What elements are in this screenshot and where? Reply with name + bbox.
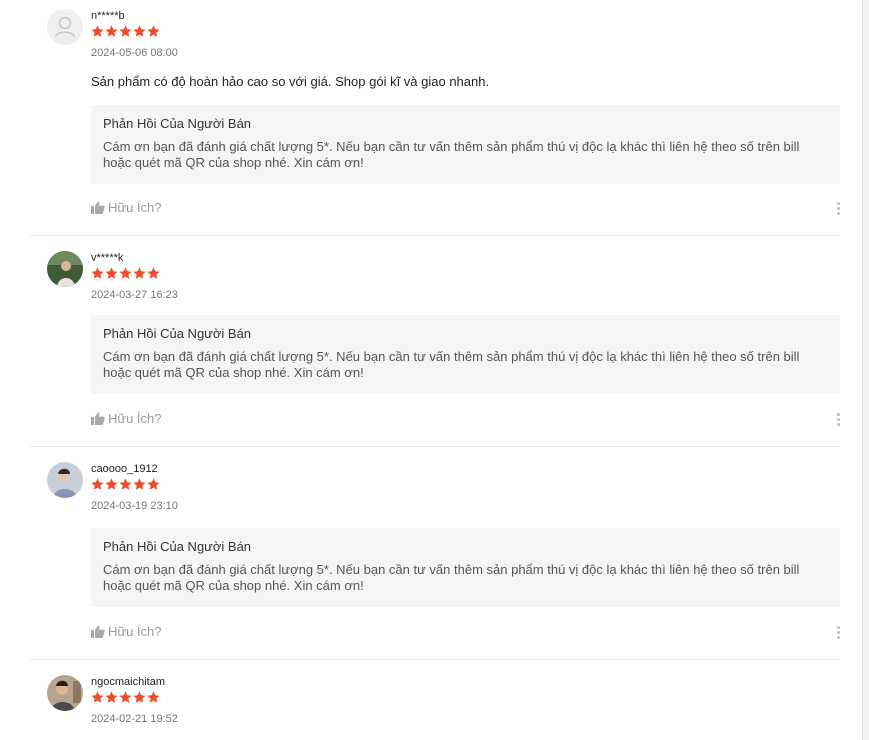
helpful-button[interactable]: Hữu Ích?	[91, 200, 162, 215]
star-icon	[119, 25, 132, 37]
review-date: 2024-03-27 16:23	[91, 289, 178, 301]
seller-reply-text: Cám ơn bạn đã đánh giá chất lượng 5*. Nế…	[103, 139, 800, 170]
rating-stars	[91, 691, 160, 705]
user-photo-icon	[47, 675, 83, 711]
rating-stars	[91, 25, 160, 39]
more-options-icon[interactable]	[836, 413, 840, 426]
helpful-label: Hữu Ích?	[108, 624, 162, 639]
page-scrollbar[interactable]	[862, 0, 869, 740]
seller-reply: Phản Hồi Của Người Bán Cám ơn bạn đã đán…	[91, 315, 840, 394]
more-options-icon[interactable]	[836, 202, 840, 215]
star-icon	[91, 691, 104, 703]
star-icon	[133, 691, 146, 703]
review-username[interactable]: n*****b	[91, 9, 125, 23]
star-icon	[147, 478, 160, 490]
review-item: n*****b 2024-05-06 08:00 Sản phẩm có độ …	[30, 9, 840, 236]
review-date: 2024-02-21 19:52	[91, 713, 178, 725]
seller-reply-title: Phản Hồi Của Người Bán	[103, 326, 252, 341]
helpful-button[interactable]: Hữu Ích?	[91, 411, 162, 426]
helpful-button[interactable]: Hữu Ích?	[91, 624, 162, 639]
seller-reply-title: Phản Hồi Của Người Bán	[103, 539, 252, 554]
star-icon	[119, 691, 132, 703]
review-item: caoooo_1912 2024-03-19 23:10 Phản Hồi Củ…	[30, 462, 840, 660]
review-date: 2024-03-19 23:10	[91, 500, 178, 512]
star-icon	[119, 478, 132, 490]
star-icon	[91, 25, 104, 37]
star-icon	[133, 478, 146, 490]
review-username[interactable]: caoooo_1912	[91, 462, 158, 476]
helpful-label: Hữu Ích?	[108, 200, 162, 215]
user-photo-icon	[47, 251, 83, 287]
star-icon	[147, 691, 160, 703]
thumbs-up-icon	[91, 201, 105, 214]
thumbs-up-icon	[91, 625, 105, 638]
review-item: ngocmaichitam 2024-02-21 19:52	[30, 675, 840, 740]
seller-reply-text: Cám ơn bạn đã đánh giá chất lượng 5*. Nế…	[103, 349, 800, 380]
review-comment: Sản phẩm có độ hoàn hảo cao so với giá. …	[91, 74, 490, 89]
seller-reply-text: Cám ơn bạn đã đánh giá chất lượng 5*. Nế…	[103, 562, 800, 593]
more-options-icon[interactable]	[836, 626, 840, 639]
star-icon	[147, 267, 160, 279]
star-icon	[91, 478, 104, 490]
helpful-label: Hữu Ích?	[108, 411, 162, 426]
user-photo-icon	[47, 462, 83, 498]
star-icon	[105, 691, 118, 703]
star-icon	[105, 267, 118, 279]
rating-stars	[91, 267, 160, 281]
star-icon	[105, 478, 118, 490]
seller-reply: Phản Hồi Của Người Bán Cám ơn bạn đã đán…	[91, 528, 840, 607]
avatar[interactable]	[47, 462, 83, 498]
star-icon	[119, 267, 132, 279]
thumbs-up-icon	[91, 412, 105, 425]
review-username[interactable]: v*****k	[91, 251, 123, 265]
star-icon	[105, 25, 118, 37]
review-date: 2024-05-06 08:00	[91, 47, 178, 59]
review-item: v*****k 2024-03-27 16:23 Phản Hồi Của Ng…	[30, 251, 840, 447]
review-username[interactable]: ngocmaichitam	[91, 675, 165, 689]
star-icon	[133, 25, 146, 37]
avatar[interactable]	[47, 251, 83, 287]
star-icon	[133, 267, 146, 279]
seller-reply: Phản Hồi Của Người Bán Cám ơn bạn đã đán…	[91, 105, 840, 184]
rating-stars	[91, 478, 160, 492]
star-icon	[91, 267, 104, 279]
avatar[interactable]	[47, 675, 83, 711]
star-icon	[147, 25, 160, 37]
avatar[interactable]	[47, 9, 83, 45]
default-user-icon	[47, 9, 83, 45]
seller-reply-title: Phản Hồi Của Người Bán	[103, 116, 252, 131]
